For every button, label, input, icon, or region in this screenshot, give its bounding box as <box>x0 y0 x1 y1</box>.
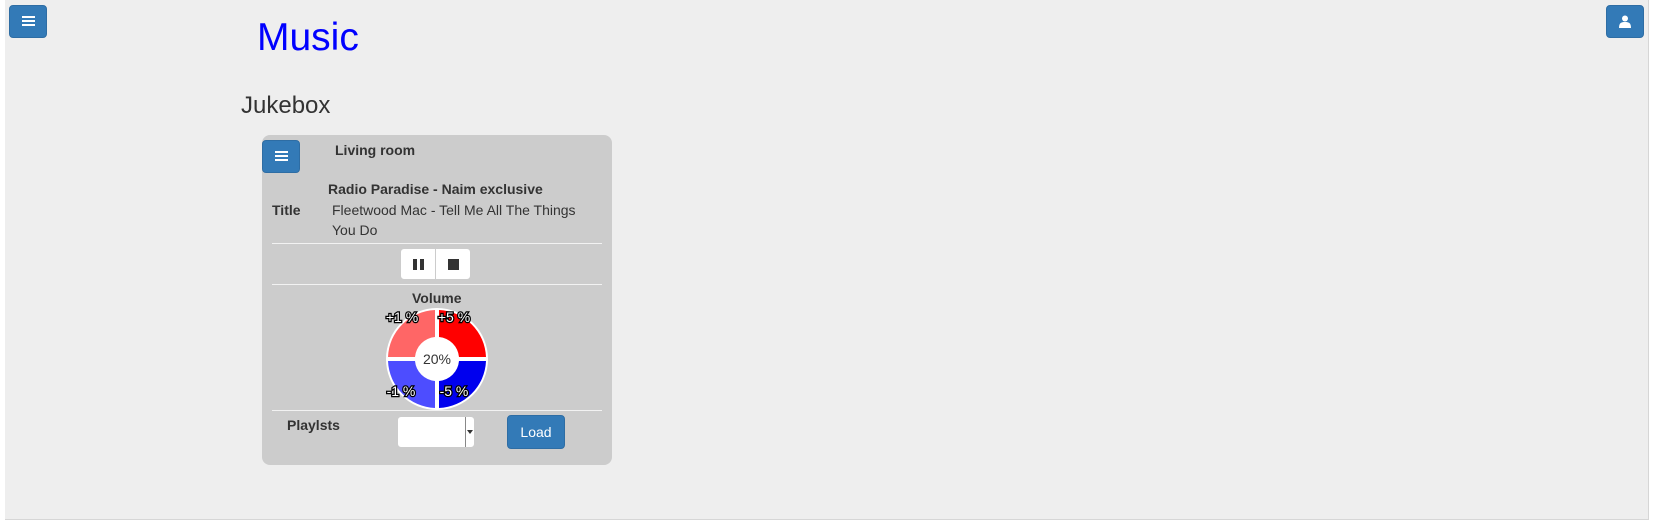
user-button[interactable] <box>1606 5 1644 38</box>
divider <box>272 410 602 411</box>
hamburger-icon <box>274 151 288 162</box>
stop-icon <box>447 258 459 270</box>
page-background <box>5 0 1649 520</box>
chevron-down-icon <box>465 417 474 447</box>
divider <box>272 284 602 285</box>
load-button[interactable]: Load <box>507 415 565 449</box>
player-menu-button[interactable] <box>262 140 300 173</box>
title-label: Title <box>272 202 301 218</box>
divider <box>272 243 602 244</box>
hamburger-icon <box>21 16 35 27</box>
volume-plus-5-label: +5 % <box>438 309 470 325</box>
playlist-select[interactable] <box>397 416 475 448</box>
volume-minus-5-label: -5 % <box>440 383 469 399</box>
stop-button[interactable] <box>435 248 471 280</box>
room-name: Living room <box>335 142 416 158</box>
volume-level: 20% <box>423 351 451 367</box>
station-name: Radio Paradise - Naim exclusive <box>328 181 543 197</box>
page-title: Music <box>257 16 359 59</box>
volume-label: Volume <box>412 290 462 306</box>
section-heading: Jukebox <box>241 92 331 119</box>
user-icon <box>1619 15 1631 28</box>
pause-icon <box>412 258 424 270</box>
main-menu-button[interactable] <box>9 5 47 38</box>
volume-dial: 20% +1 % +5 % -1 % -5 % <box>385 308 488 410</box>
pause-button[interactable] <box>400 248 436 280</box>
volume-minus-1-label: -1 % <box>387 383 416 399</box>
volume-plus-1-label: +1 % <box>386 309 418 325</box>
playlists-label: Playlsts <box>287 417 340 433</box>
track-title: Fleetwood Mac - Tell Me All The Things Y… <box>332 202 576 238</box>
